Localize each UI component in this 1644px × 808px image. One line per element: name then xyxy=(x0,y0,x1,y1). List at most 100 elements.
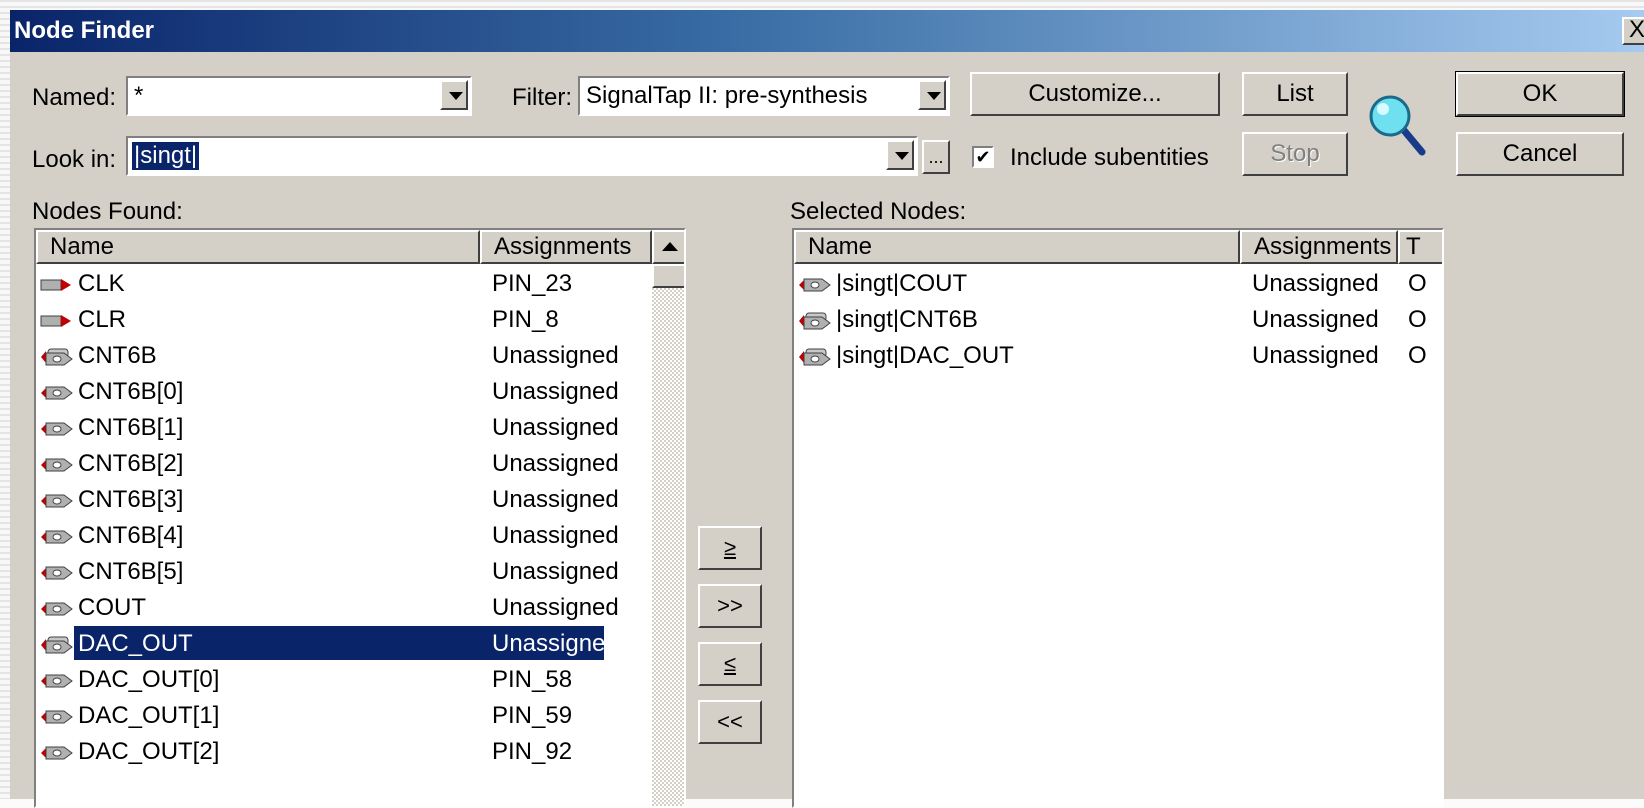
output-pin-icon xyxy=(41,746,73,760)
output-pin-icon xyxy=(799,278,831,292)
stop-button[interactable]: Stop xyxy=(1242,132,1348,176)
output-pin-icon xyxy=(41,602,73,616)
table-row[interactable]: CNT6B[3] Unassigned xyxy=(36,482,652,518)
close-icon: X xyxy=(1628,16,1644,43)
nodes-found-header-name[interactable]: Name xyxy=(36,230,480,264)
named-value[interactable]: * xyxy=(134,82,143,110)
output-pin-icon xyxy=(41,566,73,580)
selected-nodes-header-type[interactable]: T xyxy=(1398,230,1442,264)
list-button[interactable]: List xyxy=(1242,72,1348,116)
node-name: CNT6B[1] xyxy=(78,414,184,441)
table-row[interactable]: COUT Unassigned xyxy=(36,590,652,626)
output-bus-icon xyxy=(799,348,831,366)
remove-button-label: ≤ xyxy=(723,651,737,676)
browse-button[interactable]: ... xyxy=(922,140,950,174)
filter-combo[interactable]: SignalTap II: pre-synthesis xyxy=(578,76,950,116)
header-label: Name xyxy=(50,233,115,260)
stop-button-label: Stop xyxy=(1270,140,1320,167)
table-row[interactable]: CNT6B[2] Unassigned xyxy=(36,446,652,482)
node-name: CLK xyxy=(78,270,125,297)
output-pin-icon xyxy=(41,494,73,508)
node-name: CNT6B[0] xyxy=(78,378,184,405)
node-name: COUT xyxy=(78,594,146,621)
node-name: DAC_OUT[2] xyxy=(78,738,220,765)
table-row[interactable]: CLR PIN_8 xyxy=(36,302,652,338)
table-row[interactable]: CNT6B[1] Unassigned xyxy=(36,410,652,446)
scroll-thumb[interactable] xyxy=(652,264,684,288)
output-pin-icon xyxy=(41,530,73,544)
dialog-body: Named: * Filter: SignalTap II: pre-synth… xyxy=(10,52,1644,808)
node-assignment: Unassigned xyxy=(1252,306,1379,333)
node-assignment: PIN_92 xyxy=(492,738,573,765)
filter-label: Filter: xyxy=(512,84,572,111)
header-label: Assignments xyxy=(494,233,632,260)
node-assignment: Unassigned xyxy=(1252,270,1379,297)
table-row[interactable]: CNT6B[0] Unassigned xyxy=(36,374,652,410)
output-bus-icon xyxy=(41,348,73,366)
checkmark-icon: ✔ xyxy=(975,147,991,167)
node-name: DAC_OUT[1] xyxy=(78,702,220,729)
filter-value[interactable]: SignalTap II: pre-synthesis xyxy=(586,82,867,110)
chevron-down-icon[interactable] xyxy=(886,140,914,170)
input-pin-icon xyxy=(40,279,71,291)
node-assignment: Unassigned xyxy=(492,450,619,477)
table-row[interactable]: DAC_OUT[0] PIN_58 xyxy=(36,662,652,698)
node-name: CNT6B xyxy=(78,342,157,369)
window-title: Node Finder xyxy=(14,17,155,44)
node-assignment: Unassigned xyxy=(1252,342,1379,369)
chevron-down-icon[interactable] xyxy=(918,80,946,110)
nodes-found-scrollbar[interactable] xyxy=(652,230,684,806)
cancel-button[interactable]: Cancel xyxy=(1456,132,1624,176)
add-all-button[interactable]: >> xyxy=(698,584,762,628)
node-assignment: PIN_59 xyxy=(492,702,573,729)
title-bar[interactable]: Node Finder X xyxy=(10,10,1644,52)
table-row[interactable]: |singt|CNT6B Unassigned O xyxy=(794,302,1427,338)
node-assignment: Unassigned xyxy=(492,522,619,549)
remove-selected-button[interactable]: ≤ xyxy=(698,642,762,686)
table-row[interactable]: CNT6B[4] Unassigned xyxy=(36,518,652,554)
node-assignment: Unassigned xyxy=(492,558,619,585)
table-row[interactable]: DAC_OUT[1] PIN_59 xyxy=(36,698,652,734)
table-row[interactable]: DAC_OUT[2] PIN_92 xyxy=(36,734,652,770)
output-bus-icon xyxy=(41,636,73,654)
include-subentities-checkbox[interactable]: ✔ xyxy=(972,146,994,168)
table-row[interactable]: |singt|DAC_OUT Unassigned O xyxy=(794,338,1427,374)
look-in-value[interactable]: |singt| xyxy=(132,142,200,170)
named-label: Named: xyxy=(32,84,117,111)
header-label: Name xyxy=(808,233,873,260)
chevron-down-icon[interactable] xyxy=(440,80,468,110)
look-in-label: Look in: xyxy=(32,146,117,173)
node-type: O xyxy=(1408,306,1427,333)
output-pin-icon xyxy=(41,710,73,724)
nodes-found-header-assignments[interactable]: Assignments xyxy=(480,230,652,264)
selected-nodes-list[interactable]: Name Assignments T |singt|COUT Unassigned… xyxy=(792,228,1444,808)
close-button[interactable]: X xyxy=(1622,17,1644,45)
table-row[interactable]: DAC_OUT Unassigned xyxy=(36,626,652,662)
selected-nodes-label: Selected Nodes: xyxy=(790,198,967,225)
ok-button[interactable]: OK xyxy=(1455,71,1625,117)
add-button-label: ≥ xyxy=(723,535,737,560)
table-row[interactable]: CNT6B Unassigned xyxy=(36,338,652,374)
look-in-combo[interactable]: |singt| xyxy=(126,136,918,176)
table-row[interactable]: CLK PIN_23 xyxy=(36,266,652,302)
include-subentities-label[interactable]: Include subentities xyxy=(1010,144,1209,172)
node-name: CNT6B[4] xyxy=(78,522,184,549)
table-row[interactable]: |singt|COUT Unassigned O xyxy=(794,266,1427,302)
output-pin-icon xyxy=(41,386,73,400)
nodes-found-list[interactable]: Name Assignments CLK PIN_23 CLR PIN_8 CNT6B U… xyxy=(34,228,686,808)
output-pin-icon xyxy=(41,422,73,436)
table-row[interactable]: CNT6B[5] Unassigned xyxy=(36,554,652,590)
node-assignment: Unassigned xyxy=(492,486,619,513)
selected-nodes-header-assignments[interactable]: Assignments xyxy=(1240,230,1398,264)
scroll-up-icon[interactable] xyxy=(652,230,684,264)
node-name: CNT6B[3] xyxy=(78,486,184,513)
add-selected-button[interactable]: ≥ xyxy=(698,526,762,570)
node-assignment: Unassigned xyxy=(492,342,619,369)
node-name: CNT6B[5] xyxy=(78,558,184,585)
remove-all-button[interactable]: << xyxy=(698,700,762,744)
customize-button[interactable]: Customize... xyxy=(970,72,1220,116)
nodes-found-label: Nodes Found: xyxy=(32,198,183,225)
named-combo[interactable]: * xyxy=(126,76,472,116)
node-assignment: PIN_8 xyxy=(492,306,559,333)
selected-nodes-header-name[interactable]: Name xyxy=(794,230,1240,264)
